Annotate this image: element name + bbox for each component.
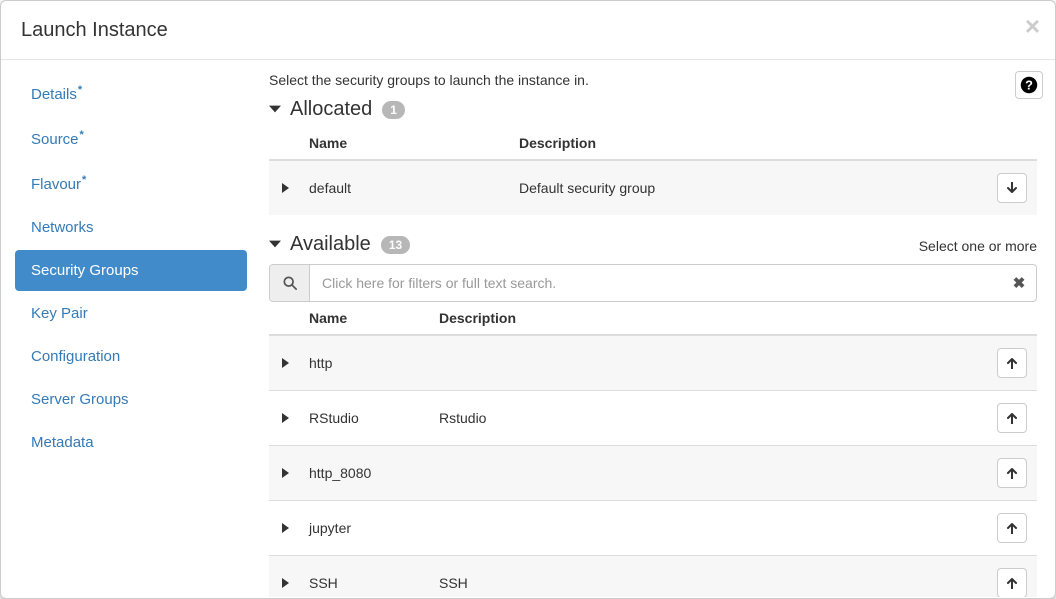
nav-security-groups[interactable]: Security Groups (15, 250, 247, 291)
chevron-right-icon[interactable] (282, 410, 289, 426)
nav-key-pair[interactable]: Key Pair (15, 293, 247, 334)
nav-configuration[interactable]: Configuration (15, 336, 247, 377)
available-header: Available 13 Select one or more (269, 233, 1037, 256)
col-description: Description (511, 127, 987, 160)
table-row: default Default security group (269, 160, 1037, 215)
nav-flavour[interactable]: Flavour* (15, 162, 247, 205)
nav-server-groups[interactable]: Server Groups (15, 379, 247, 420)
arrow-up-icon (1006, 467, 1018, 479)
nav-label: Source (31, 131, 79, 148)
modal-title: Launch Instance (21, 16, 1035, 44)
nav-metadata[interactable]: Metadata (15, 422, 247, 463)
chevron-right-icon[interactable] (282, 180, 289, 196)
allocated-table: Name Description default Default securit… (269, 127, 1037, 215)
close-button[interactable]: × (1025, 13, 1040, 39)
nav-label: Flavour (31, 176, 81, 193)
modal-header: Launch Instance × (1, 1, 1055, 60)
cell-description (431, 335, 987, 391)
col-action (987, 302, 1037, 335)
deallocate-button[interactable] (997, 173, 1027, 203)
search-input[interactable] (310, 265, 1002, 301)
cell-name: http (301, 335, 431, 391)
table-row: SSH SSH (269, 556, 1037, 598)
search-clear-button[interactable]: ✖ (1002, 265, 1036, 301)
available-hint: Select one or more (919, 238, 1037, 254)
search-icon (283, 276, 297, 290)
chevron-right-icon[interactable] (282, 355, 289, 371)
required-asterisk: * (82, 174, 86, 186)
nav-label: Configuration (31, 348, 120, 365)
arrow-down-icon (1006, 182, 1018, 194)
col-expand (269, 127, 301, 160)
wizard-sidebar: Details* Source* Flavour* Networks Secur… (1, 60, 261, 597)
required-asterisk: * (78, 84, 82, 96)
required-asterisk: * (80, 129, 84, 141)
nav-label: Metadata (31, 434, 94, 451)
arrow-up-icon (1006, 522, 1018, 534)
allocate-button[interactable] (997, 568, 1027, 597)
cell-name: RStudio (301, 391, 431, 446)
cell-name: default (301, 160, 511, 215)
allocated-header: Allocated 1 (269, 98, 1037, 121)
modal-body: Details* Source* Flavour* Networks Secur… (1, 60, 1055, 597)
table-row: http (269, 335, 1037, 391)
chevron-right-icon[interactable] (282, 575, 289, 591)
search-bar: ✖ (269, 264, 1037, 302)
instruction-text: Select the security groups to launch the… (269, 72, 1037, 88)
cell-description (431, 446, 987, 501)
col-description: Description (431, 302, 987, 335)
table-row: RStudio Rstudio (269, 391, 1037, 446)
allocate-button[interactable] (997, 403, 1027, 433)
nav-label: Server Groups (31, 391, 129, 408)
cell-description: SSH (431, 556, 987, 598)
nav-source[interactable]: Source* (15, 117, 247, 160)
help-button[interactable]: ? (1015, 71, 1043, 99)
chevron-right-icon[interactable] (282, 520, 289, 536)
nav-networks[interactable]: Networks (15, 207, 247, 248)
arrow-up-icon (1006, 357, 1018, 369)
chevron-down-icon (269, 98, 284, 121)
allocate-button[interactable] (997, 513, 1027, 543)
chevron-right-icon[interactable] (282, 465, 289, 481)
allocated-toggle[interactable]: Allocated 1 (269, 98, 405, 121)
available-title: Available (290, 233, 371, 256)
nav-label: Networks (31, 219, 94, 236)
cell-name: http_8080 (301, 446, 431, 501)
arrow-up-icon (1006, 412, 1018, 424)
cell-name: SSH (301, 556, 431, 598)
available-table: Name Description http (269, 302, 1037, 597)
nav-label: Key Pair (31, 305, 88, 322)
search-icon-addon (270, 265, 310, 301)
nav-label: Details (31, 86, 77, 103)
cell-description: Default security group (511, 160, 987, 215)
allocate-button[interactable] (997, 348, 1027, 378)
allocated-count-badge: 1 (382, 101, 405, 119)
allocate-button[interactable] (997, 458, 1027, 488)
question-circle-icon: ? (1020, 76, 1038, 94)
cell-description (431, 501, 987, 556)
chevron-down-icon (269, 233, 284, 256)
nav-label: Security Groups (31, 262, 139, 279)
launch-instance-modal: Launch Instance × ? Details* Source* Fla… (0, 0, 1056, 599)
svg-text:?: ? (1025, 78, 1033, 93)
cell-name: jupyter (301, 501, 431, 556)
available-toggle[interactable]: Available 13 (269, 233, 410, 256)
cell-description: Rstudio (431, 391, 987, 446)
col-action (987, 127, 1037, 160)
table-row: http_8080 (269, 446, 1037, 501)
available-count-badge: 13 (381, 236, 410, 254)
col-name: Name (301, 302, 431, 335)
allocated-title: Allocated (290, 98, 372, 121)
arrow-up-icon (1006, 577, 1018, 589)
table-row: jupyter (269, 501, 1037, 556)
col-expand (269, 302, 301, 335)
content-pane: Select the security groups to launch the… (261, 60, 1055, 597)
nav-details[interactable]: Details* (15, 72, 247, 115)
col-name: Name (301, 127, 511, 160)
